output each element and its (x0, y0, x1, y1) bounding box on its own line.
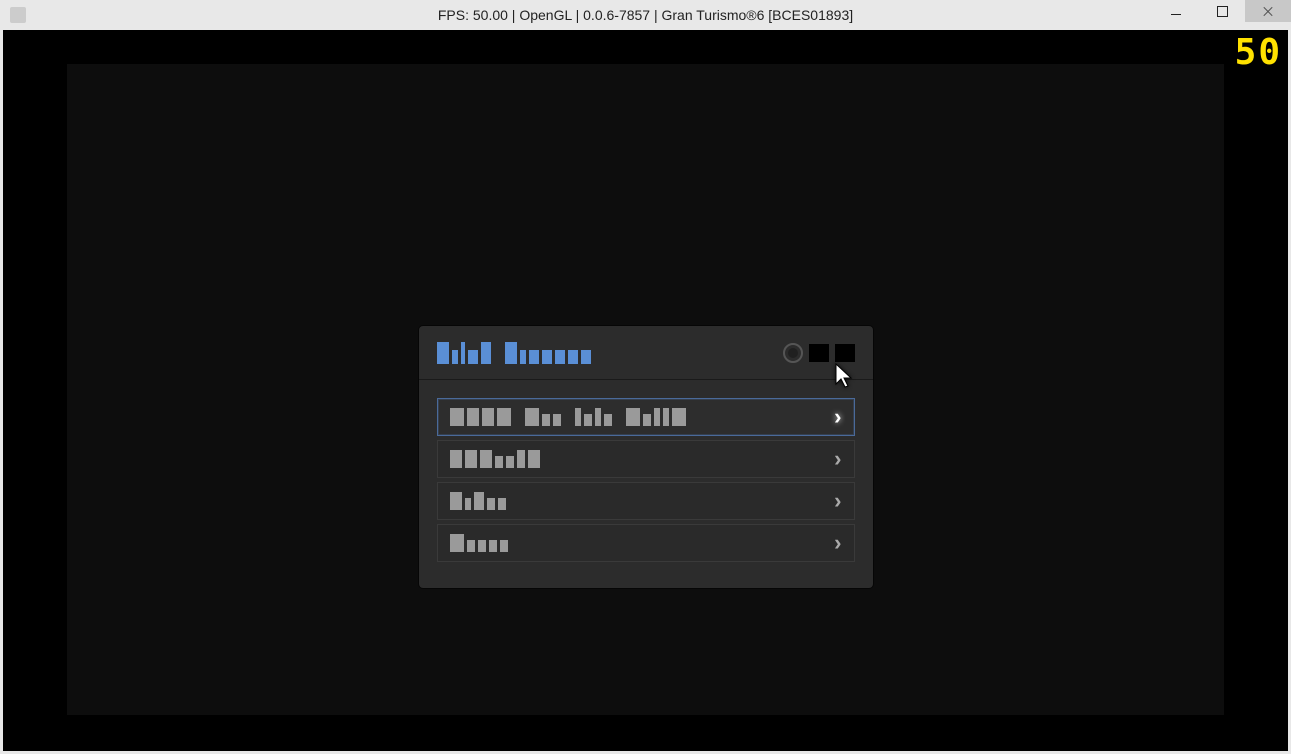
menu-item-label (450, 450, 540, 468)
menu-item-label (450, 408, 686, 426)
game-surface: › › › › (67, 64, 1224, 715)
menu-item-3[interactable]: › (437, 524, 855, 562)
menu-title (437, 342, 591, 364)
titlebar-left (10, 7, 26, 23)
maximize-button[interactable] (1199, 0, 1245, 22)
menu-header-right (783, 343, 855, 363)
chevron-right-icon: › (834, 530, 841, 556)
fps-overlay: 50 (1235, 32, 1282, 73)
app-icon (10, 7, 26, 23)
language-menu-panel: › › › › (419, 326, 873, 588)
menu-item-1[interactable]: › (437, 440, 855, 478)
menu-item-0[interactable]: › (437, 398, 855, 436)
chevron-right-icon: › (834, 488, 841, 514)
header-glyph-1 (809, 344, 829, 362)
close-button[interactable] (1245, 0, 1291, 22)
window-title: FPS: 50.00 | OpenGL | 0.0.6-7857 | Gran … (438, 7, 853, 23)
chevron-right-icon: › (834, 446, 841, 472)
minimize-button[interactable] (1153, 0, 1199, 22)
menu-body: › › › › (419, 380, 873, 588)
titlebar: FPS: 50.00 | OpenGL | 0.0.6-7857 | Gran … (0, 0, 1291, 30)
menu-header (419, 326, 873, 380)
window-controls (1153, 0, 1291, 30)
menu-item-label (450, 534, 508, 552)
emulator-viewport: 50 › › › › (3, 30, 1288, 751)
radio-icon (783, 343, 803, 363)
header-glyph-2 (835, 344, 855, 362)
chevron-right-icon: › (834, 404, 841, 430)
menu-item-2[interactable]: › (437, 482, 855, 520)
menu-item-label (450, 492, 506, 510)
